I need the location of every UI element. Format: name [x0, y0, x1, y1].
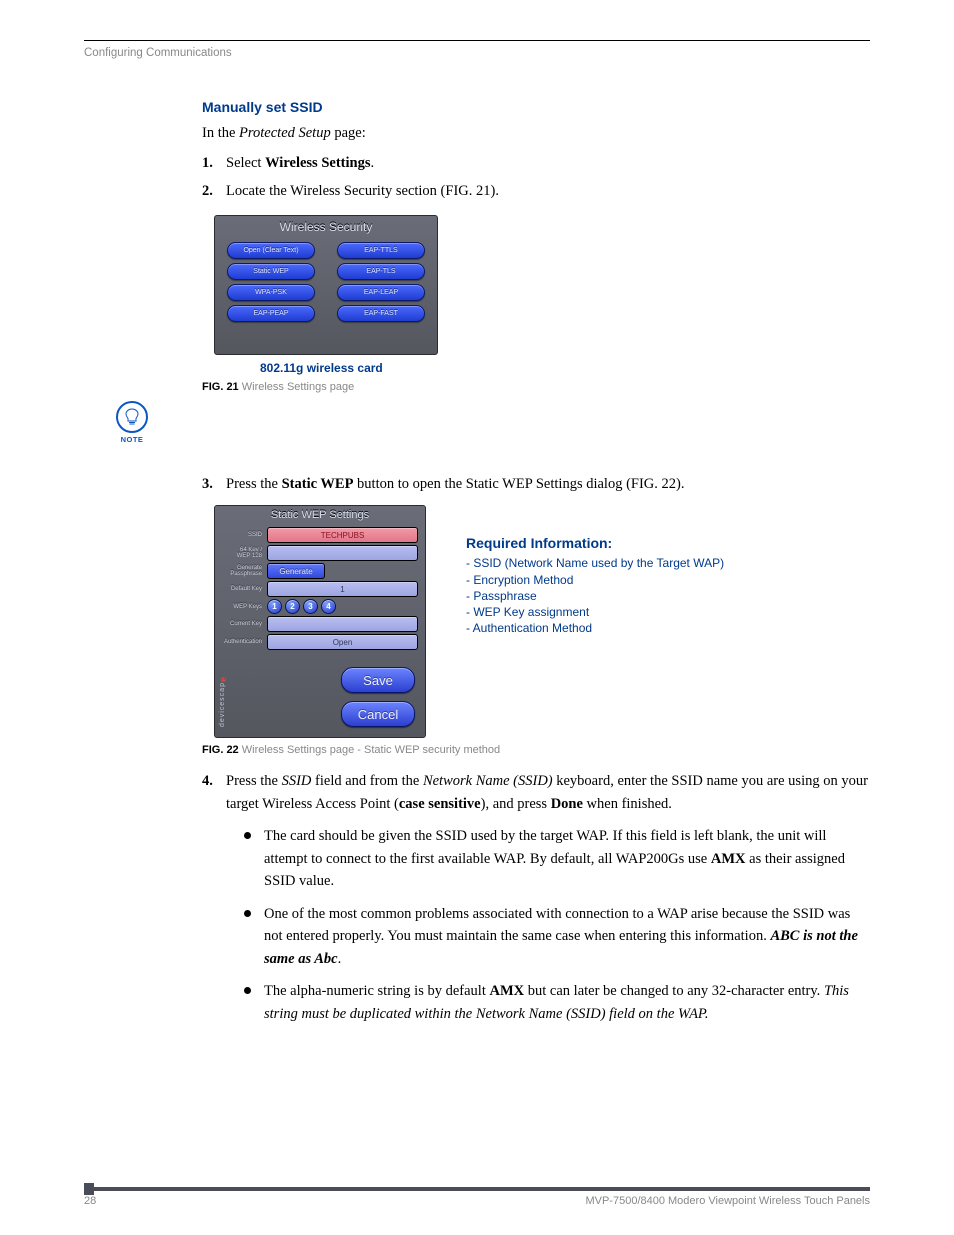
step-1: 1. Select Wireless Settings.: [202, 152, 870, 174]
fig22-label: FIG. 22 Wireless Settings page - Static …: [202, 744, 870, 756]
wireless-security-panel: Wireless Security Open (Clear Text) EAP-…: [214, 215, 438, 355]
bullet-3: The alpha-numeric string is by default A…: [244, 980, 870, 1025]
reqinfo-item: - Encryption Method: [466, 572, 870, 588]
wpa-psk-button[interactable]: WPA-PSK: [227, 284, 315, 301]
section-heading: Manually set SSID: [202, 99, 870, 115]
reqinfo-item: - SSID (Network Name used by the Target …: [466, 555, 870, 571]
ssid-field[interactable]: TECHPUBS: [267, 527, 418, 543]
fig21-subcap: 802.11g wireless card: [260, 361, 870, 375]
step-2: 2. Locate the Wireless Security section …: [202, 180, 870, 202]
cancel-button[interactable]: Cancel: [341, 701, 415, 727]
eap-leap-button[interactable]: EAP-LEAP: [337, 284, 425, 301]
defkey-label: Default Key: [222, 586, 262, 592]
reqinfo-item: - Authentication Method: [466, 620, 870, 636]
ssid-label: SSID: [222, 532, 262, 538]
eap-ttls-button[interactable]: EAP-TTLS: [337, 242, 425, 259]
eap-tls-button[interactable]: EAP-TLS: [337, 263, 425, 280]
bullet-1: The card should be given the SSID used b…: [244, 825, 870, 892]
panel-title: Wireless Security: [215, 216, 437, 238]
devicescape-logo: devicescape: [218, 676, 228, 727]
wep-key-4-button[interactable]: 4: [321, 599, 336, 614]
reqinfo-item: - WEP Key assignment: [466, 604, 870, 620]
static-wep-button[interactable]: Static WEP: [227, 263, 315, 280]
current-key-field[interactable]: [267, 616, 418, 632]
wepkeys-label: WEP Keys: [222, 604, 262, 610]
lightbulb-icon: [116, 401, 148, 433]
open-clear-text-button[interactable]: Open (Clear Text): [227, 242, 315, 259]
authentication-field[interactable]: Open: [267, 634, 418, 650]
wep-key-2-button[interactable]: 2: [285, 599, 300, 614]
running-header: Configuring Communications: [84, 47, 870, 59]
fig21-label: FIG. 21 Wireless Settings page: [202, 381, 870, 393]
wep128-label: 64 Key / WEP 128: [222, 547, 262, 560]
footer-bar: [84, 1187, 870, 1191]
eap-fast-button[interactable]: EAP-FAST: [337, 305, 425, 322]
footer-title: MVP-7500/8400 Modero Viewpoint Wireless …: [585, 1195, 870, 1207]
page-number: 28: [84, 1195, 96, 1207]
reqinfo-item: - Passphrase: [466, 588, 870, 604]
generate-button[interactable]: Generate: [267, 563, 325, 579]
gen-label: Generate Passphrase: [222, 565, 262, 578]
curkey-label: Current Key: [222, 621, 262, 627]
save-button[interactable]: Save: [341, 667, 415, 693]
static-wep-panel: Static WEP Settings SSID TECHPUBS 64 Key…: [214, 505, 426, 738]
default-key-field[interactable]: 1: [267, 581, 418, 597]
eap-peap-button[interactable]: EAP-PEAP: [227, 305, 315, 322]
wep-key-1-button[interactable]: 1: [267, 599, 282, 614]
intro-line: In the Protected Setup page:: [202, 125, 870, 142]
required-info-title: Required Information:: [466, 535, 870, 551]
auth-label: Authentication: [222, 639, 262, 645]
wep128-field[interactable]: [267, 545, 418, 561]
step-4: 4. Press the SSID field and from the Net…: [202, 770, 870, 815]
wep-key-3-button[interactable]: 3: [303, 599, 318, 614]
panel2-title: Static WEP Settings: [215, 506, 425, 526]
step-3: 3. Press the Static WEP button to open t…: [202, 473, 870, 495]
bullet-2: One of the most common problems associat…: [244, 903, 870, 970]
note-icon: NOTE: [116, 401, 148, 444]
required-info-box: Required Information: - SSID (Network Na…: [466, 535, 870, 636]
